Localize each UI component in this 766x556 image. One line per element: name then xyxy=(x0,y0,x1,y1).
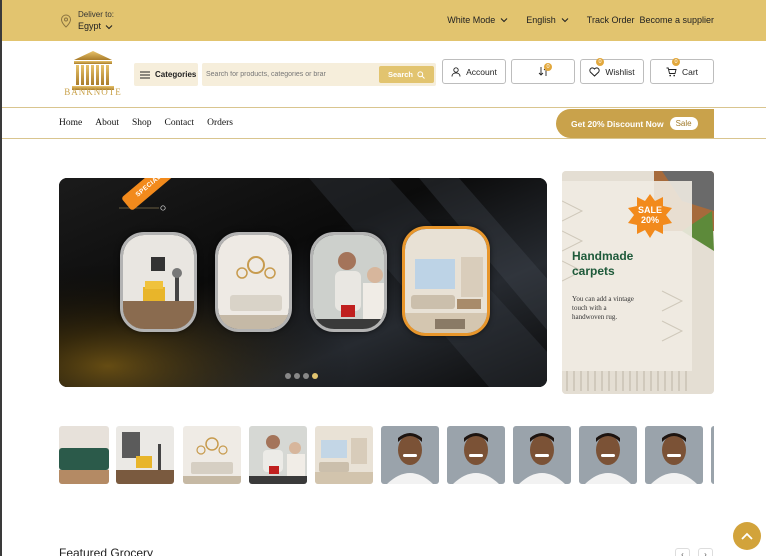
mode-selector[interactable]: White Mode xyxy=(447,15,508,25)
thumbnail-portrait[interactable] xyxy=(513,426,571,484)
compare-button[interactable]: 0 xyxy=(511,59,575,84)
slider-dot-active[interactable] xyxy=(312,373,318,379)
thumbnail-armchair[interactable] xyxy=(116,426,174,484)
slider-dot[interactable] xyxy=(303,373,309,379)
carpets-banner[interactable]: SALE 20% Handmade carpets You can add a … xyxy=(562,171,714,394)
sofa-image xyxy=(59,426,109,484)
chevron-down-icon xyxy=(561,18,569,23)
hamburger-icon xyxy=(140,70,150,79)
thumbnail-portrait[interactable] xyxy=(447,426,505,484)
thumbnail-interior[interactable] xyxy=(315,426,373,484)
cart-button[interactable]: Cart 0 xyxy=(650,58,714,84)
deliver-country-value: Egypt xyxy=(78,21,102,31)
slider-dot[interactable] xyxy=(294,373,300,379)
thumbnail-portrait[interactable] xyxy=(711,426,714,484)
nav-link-orders[interactable]: Orders xyxy=(207,118,233,128)
cart-icon xyxy=(666,67,677,76)
slider-dot[interactable] xyxy=(285,373,291,379)
search-bar: Search xyxy=(202,63,436,86)
account-label: Account xyxy=(466,66,497,77)
search-button[interactable]: Search xyxy=(379,66,434,83)
nav-link-home[interactable]: Home xyxy=(59,118,82,128)
thumbnail-people-cooking[interactable] xyxy=(249,426,307,484)
nav-links: Home About Shop Contact Orders xyxy=(59,118,233,128)
discount-banner[interactable]: Get 20% Discount Now Sale xyxy=(556,109,714,138)
chevron-down-icon xyxy=(500,18,508,23)
cart-label: Cart xyxy=(681,66,699,77)
mode-label: White Mode xyxy=(447,15,496,25)
decor-room-image xyxy=(218,235,289,329)
featured-title: Featured Grocery xyxy=(59,546,154,556)
header: BANKNOTE Categories Search Account 0 Wis… xyxy=(2,41,766,108)
living-room-image xyxy=(123,235,194,329)
wishlist-label: Wishlist xyxy=(605,66,635,77)
account-button[interactable]: Account xyxy=(442,59,506,84)
page: Deliver to: Egypt White Mode English Tra… xyxy=(0,0,766,556)
deliver-to[interactable]: Deliver to: Egypt xyxy=(60,9,114,33)
prev-button[interactable]: ‹ xyxy=(675,548,690,556)
heart-icon xyxy=(589,66,601,77)
chevron-down-icon xyxy=(105,24,113,29)
thumbnail-strip xyxy=(59,426,714,484)
become-supplier-link[interactable]: Become a supplier xyxy=(639,15,714,25)
logo-text: BANKNOTE xyxy=(64,87,122,97)
slide-thumb-2[interactable] xyxy=(215,232,292,332)
people-cooking-image xyxy=(313,235,384,329)
armchair-image xyxy=(116,426,174,484)
deliver-label: Deliver to: xyxy=(78,10,115,19)
portrait-image xyxy=(381,426,439,484)
wishlist-button[interactable]: Wishlist 0 xyxy=(580,58,644,84)
track-order-link[interactable]: Track Order xyxy=(587,15,635,25)
slide-thumb-3[interactable] xyxy=(310,232,387,332)
banner-title: Handmade carpets xyxy=(572,249,634,278)
thumbnail-portrait[interactable] xyxy=(645,426,703,484)
cart-count-badge: 0 xyxy=(672,58,680,66)
location-pin-icon xyxy=(60,14,72,28)
user-icon xyxy=(451,66,461,77)
people-cooking-image xyxy=(249,426,307,484)
sale-pill: Sale xyxy=(669,117,698,130)
nav-link-shop[interactable]: Shop xyxy=(132,118,152,128)
slide-thumb-4[interactable] xyxy=(402,226,490,336)
slider-dots xyxy=(285,373,318,379)
language-selector[interactable]: English xyxy=(526,15,569,25)
top-nav: White Mode English Track Order Become a … xyxy=(447,15,714,25)
top-bar: Deliver to: Egypt White Mode English Tra… xyxy=(2,0,766,41)
thumbnail-living-room[interactable] xyxy=(183,426,241,484)
portrait-image xyxy=(711,426,714,484)
living-room-image xyxy=(183,426,241,484)
categories-label: Categories xyxy=(155,70,197,79)
search-icon xyxy=(417,70,425,79)
thumbnail-sofa[interactable] xyxy=(59,426,109,484)
portrait-image xyxy=(579,426,637,484)
search-input[interactable] xyxy=(206,67,376,82)
portrait-image xyxy=(645,426,703,484)
search-button-label: Search xyxy=(387,70,414,79)
nav-link-about[interactable]: About xyxy=(95,118,119,128)
main-nav: Home About Shop Contact Orders Get 20% D… xyxy=(2,108,766,139)
interior-image xyxy=(405,229,487,333)
next-button[interactable]: › xyxy=(698,548,713,556)
thumbnail-portrait[interactable] xyxy=(579,426,637,484)
compare-count-badge: 0 xyxy=(544,63,552,71)
categories-button[interactable]: Categories xyxy=(134,63,198,86)
slide-thumb-1[interactable] xyxy=(120,232,197,332)
interior-image xyxy=(315,426,373,484)
thumbnail-portrait[interactable] xyxy=(381,426,439,484)
banner-subtitle: You can add a vintage touch with a handw… xyxy=(572,295,634,321)
wishlist-count-badge: 0 xyxy=(596,58,604,66)
language-label: English xyxy=(526,15,556,25)
discount-text: Get 20% Discount Now xyxy=(571,118,664,129)
deliver-country[interactable]: Egypt xyxy=(78,20,114,33)
sale-badge-text: SALE 20% xyxy=(637,205,662,225)
hero-slider[interactable]: SPECIAL OFFER xyxy=(59,178,547,387)
scroll-top-button[interactable] xyxy=(733,522,761,550)
chevron-up-icon xyxy=(741,532,753,540)
portrait-image xyxy=(447,426,505,484)
portrait-image xyxy=(513,426,571,484)
nav-link-contact[interactable]: Contact xyxy=(165,118,195,128)
